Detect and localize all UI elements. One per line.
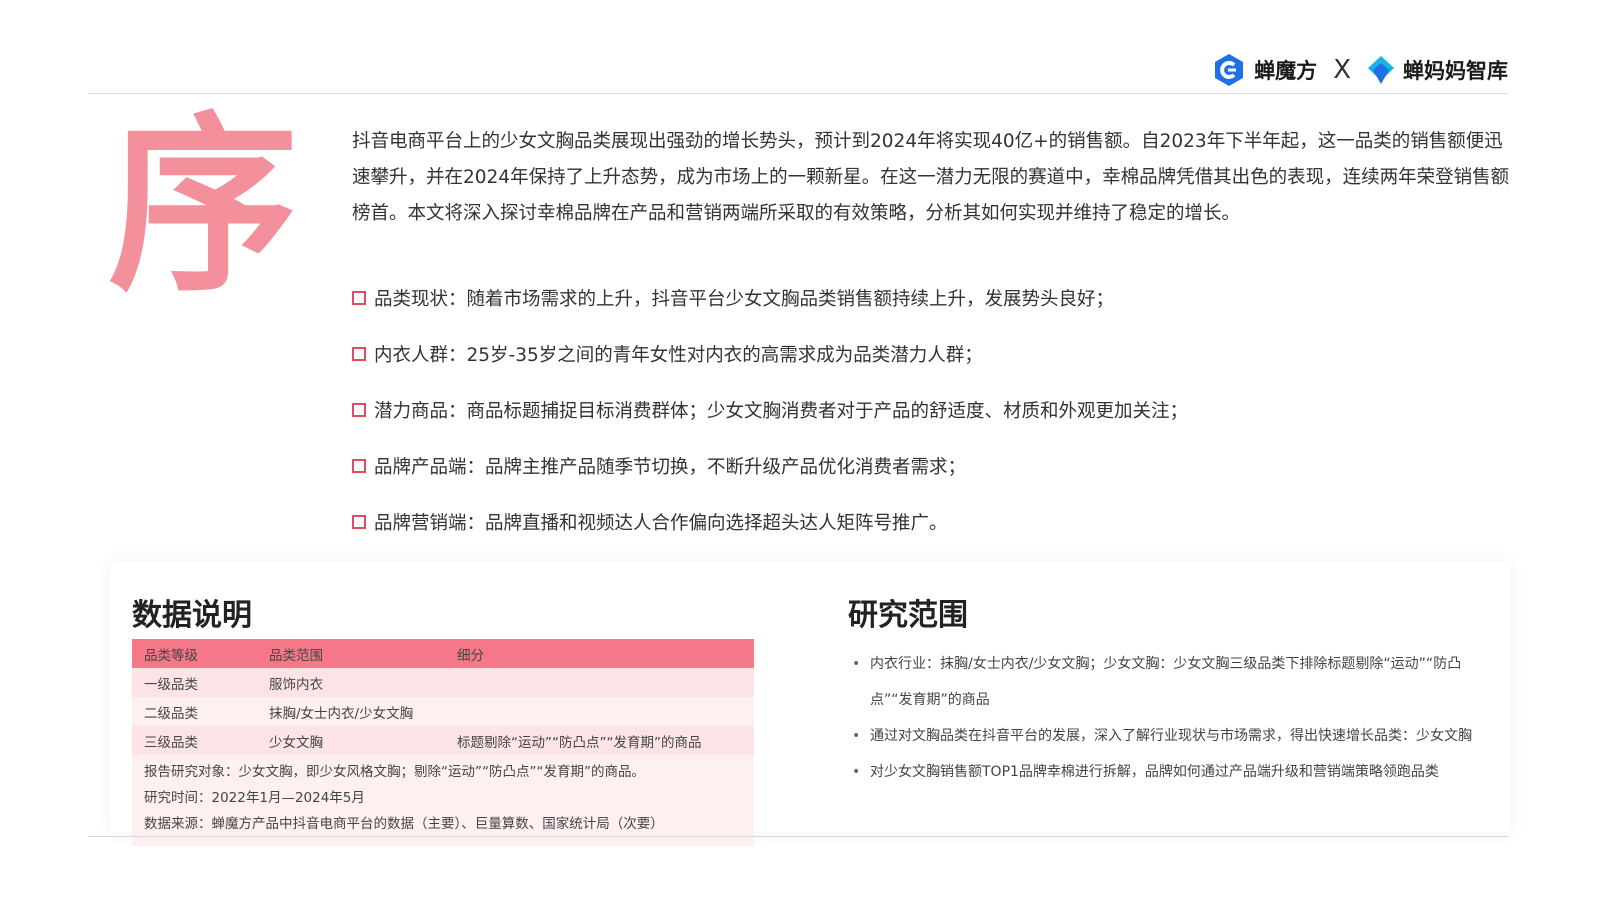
section-character: 序 <box>108 96 299 317</box>
key-point: 品牌营销端：品牌直播和视频达人合作偏向选择超头达人矩阵号推广。 <box>352 494 1502 550</box>
key-point: 品牌产品端：品牌主推产品随季节切换，不断升级产品优化消费者需求； <box>352 438 1502 494</box>
table-row: 三级品类 少女文胸 标题剔除“运动”“防凸点”“发育期”的商品 <box>132 726 754 755</box>
table-cell: 一级品类 <box>132 668 257 697</box>
note-line: 报告研究对象：少女文胸，即少女风格文胸；剔除“运动”“防凸点”“发育期”的商品。 <box>144 764 645 780</box>
square-bullet-icon <box>352 403 366 417</box>
key-point: 品类现状：随着市场需求的上升，抖音平台少女文胸品类销售额持续上升，发展势头良好； <box>352 270 1502 326</box>
table-cell: 抹胸/女士内衣/少女文胸 <box>257 697 445 726</box>
data-notes: 报告研究对象：少女文胸，即少女风格文胸；剔除“运动”“防凸点”“发育期”的商品。… <box>132 755 754 846</box>
note-line: 数据来源：蝉魔方产品中抖音电商平台的数据（主要）、巨量算数、国家统计局（次要） <box>144 816 664 832</box>
bottom-divider <box>88 836 1508 837</box>
intro-paragraph: 抖音电商平台上的少女文胸品类展现出强劲的增长势头，预计到2024年将实现40亿+… <box>352 131 1510 224</box>
key-point: 内衣人群：25岁-35岁之间的青年女性对内衣的高需求成为品类潜力人群； <box>352 326 1502 382</box>
key-point-text: 潜力商品：商品标题捕捉目标消费群体；少女文胸消费者对于产品的舒适度、材质和外观更… <box>374 401 1189 422</box>
table-cell: 标题剔除“运动”“防凸点”“发育期”的商品 <box>445 726 754 755</box>
logo1-text: 蝉魔方 <box>1254 59 1318 83</box>
table-header: 细分 <box>445 639 754 668</box>
brand-header: 蝉魔方 X 蝉妈妈智库 <box>1212 52 1508 88</box>
table-header: 品类等级 <box>132 639 257 668</box>
scope-item: 对少女文胸销售额TOP1品牌幸棉进行拆解，品牌如何通过产品端升级和营销端策略领跑… <box>852 754 1492 790</box>
table-cell: 三级品类 <box>132 726 257 755</box>
logo2-text: 蝉妈妈智库 <box>1403 59 1508 83</box>
table-cell: 服饰内衣 <box>257 668 445 697</box>
square-bullet-icon <box>352 459 366 473</box>
table-cell: 二级品类 <box>132 697 257 726</box>
brand-separator: X <box>1333 55 1351 85</box>
scope-item: 内衣行业：抹胸/女士内衣/少女文胸；少女文胸：少女文胸三级品类下排除标题剔除“运… <box>852 646 1492 718</box>
key-point-text: 品牌营销端：品牌直播和视频达人合作偏向选择超头达人矩阵号推广。 <box>374 513 948 534</box>
key-points-list: 品类现状：随着市场需求的上升，抖音平台少女文胸品类销售额持续上升，发展势头良好；… <box>352 270 1502 550</box>
table-row: 一级品类 服饰内衣 <box>132 668 754 697</box>
key-point-text: 品牌产品端：品牌主推产品随季节切换，不断升级产品优化消费者需求； <box>374 457 967 478</box>
data-section-title: 数据说明 <box>132 598 252 633</box>
table-cell <box>445 668 754 697</box>
table-header-row: 品类等级 品类范围 细分 <box>132 639 754 668</box>
chanmama-logo-icon <box>1368 56 1394 84</box>
key-point: 潜力商品：商品标题捕捉目标消费群体；少女文胸消费者对于产品的舒适度、材质和外观更… <box>352 382 1502 438</box>
key-point-text: 品类现状：随着市场需求的上升，抖音平台少女文胸品类销售额持续上升，发展势头良好； <box>374 289 1115 310</box>
key-point-text: 内衣人群：25岁-35岁之间的青年女性对内衣的高需求成为品类潜力人群； <box>374 345 983 366</box>
square-bullet-icon <box>352 347 366 361</box>
scope-item: 通过对文胸品类在抖音平台的发展，深入了解行业现状与市场需求，得出快速增长品类：少… <box>852 718 1492 754</box>
table-cell <box>445 697 754 726</box>
category-table: 品类等级 品类范围 细分 一级品类 服饰内衣 二级品类 抹胸/女士内衣/少女文胸… <box>132 639 754 755</box>
square-bullet-icon <box>352 291 366 305</box>
table-row: 二级品类 抹胸/女士内衣/少女文胸 <box>132 697 754 726</box>
scope-list: 内衣行业：抹胸/女士内衣/少女文胸；少女文胸：少女文胸三级品类下排除标题剔除“运… <box>852 646 1492 790</box>
range-section-title: 研究范围 <box>848 598 968 633</box>
note-line: 研究时间：2022年1月—2024年5月 <box>144 790 365 806</box>
square-bullet-icon <box>352 515 366 529</box>
top-divider <box>88 93 1508 94</box>
table-cell: 少女文胸 <box>257 726 445 755</box>
table-header: 品类范围 <box>257 639 445 668</box>
chanmofang-logo-icon <box>1215 54 1244 86</box>
